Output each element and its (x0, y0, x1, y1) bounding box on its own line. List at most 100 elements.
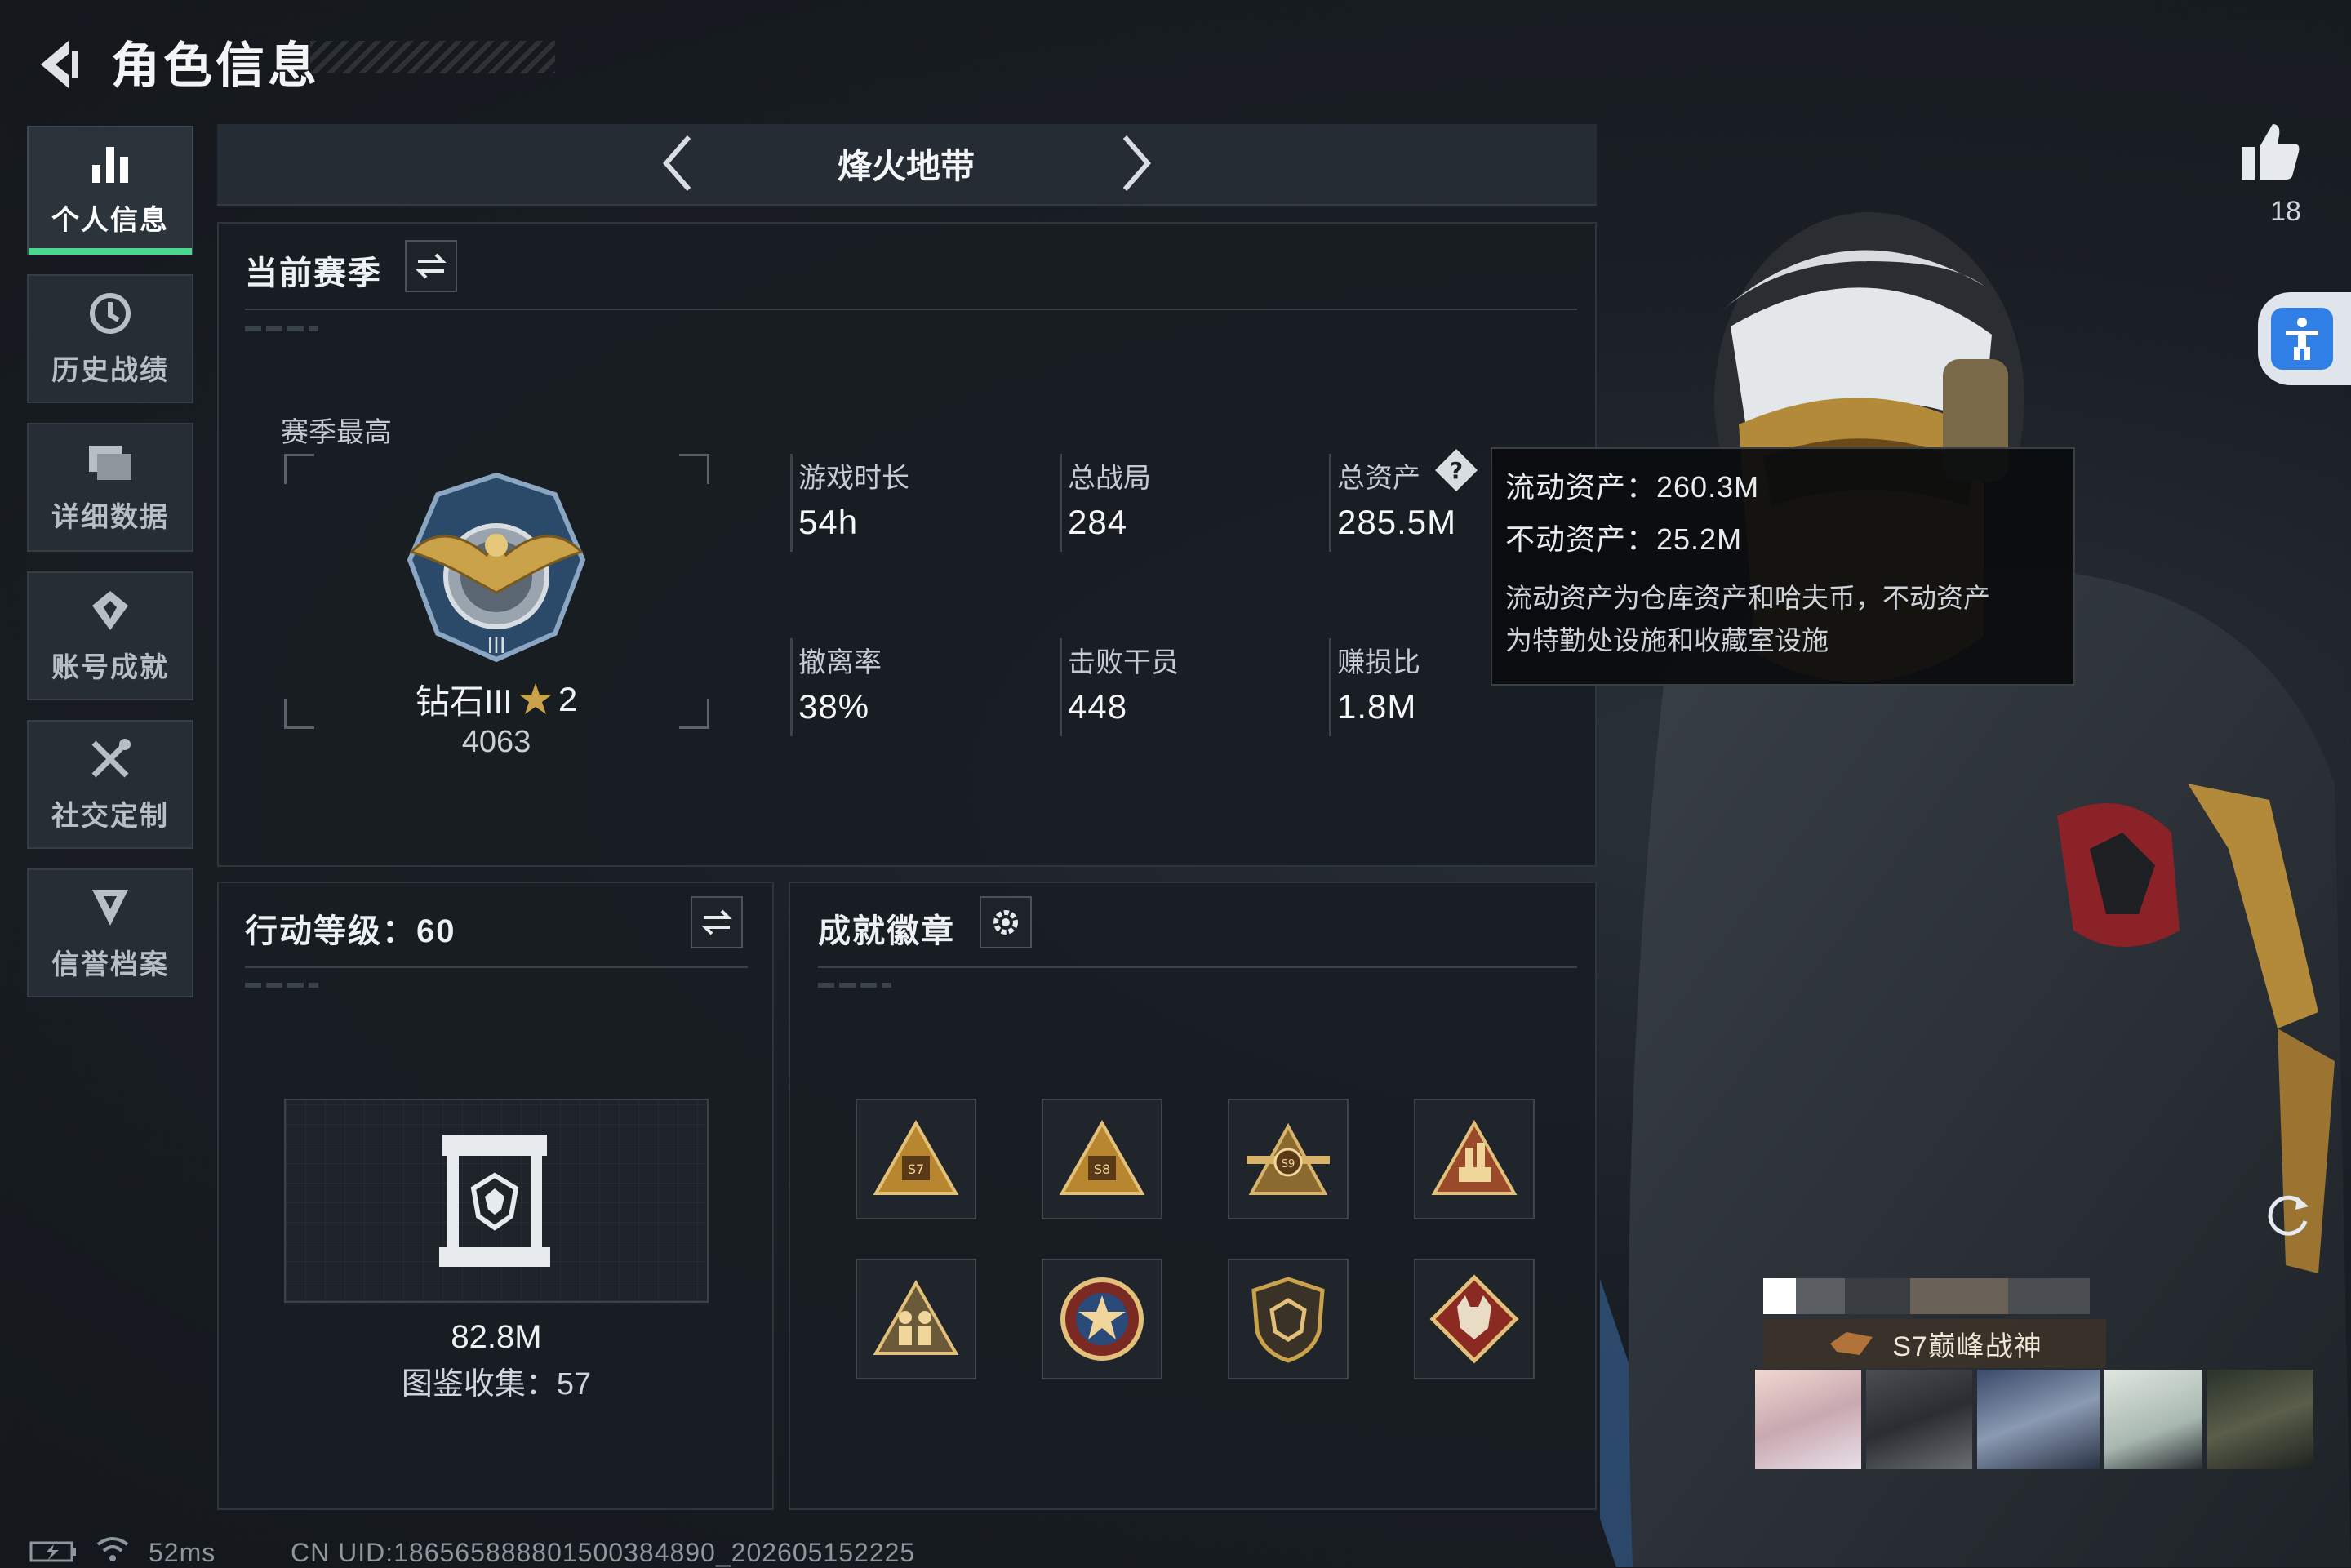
season-panel-title: 当前赛季 (245, 255, 382, 291)
svg-text:S9: S9 (1282, 1158, 1295, 1170)
mode-name: 烽火地带 (837, 147, 975, 185)
svg-text:S8: S8 (1094, 1162, 1110, 1177)
tooltip-description-line1: 流动资产为仓库资产和哈夫币，不动资产 (1505, 583, 1990, 613)
sidebar-item-detailed-data[interactable]: 详细数据 (27, 423, 193, 552)
hand-badge-icon (1431, 1119, 1518, 1195)
stat-value-extraction-rate: 38% (798, 687, 870, 726)
swap-icon (701, 909, 732, 935)
profile-card-image (2207, 1370, 2313, 1469)
help-icon[interactable]: ? (1433, 447, 1479, 493)
like-count: 18 (2270, 196, 2301, 227)
badge-s9[interactable]: S9 (1228, 1099, 1349, 1219)
collection-case-icon (439, 1135, 550, 1267)
gear-icon (993, 910, 1018, 935)
sidebar-item-personal-info[interactable]: 个人信息 (27, 126, 193, 255)
sidebar-item-label: 详细数据 (51, 501, 169, 533)
soldiers-badge-icon (873, 1279, 959, 1355)
stat-label-total-assets: 总资产 (1337, 463, 1420, 494)
frame-corner (679, 699, 709, 729)
stat-divider (1329, 638, 1331, 736)
badge-s8[interactable]: S8 (1042, 1099, 1162, 1219)
rank-eagle-emblem-icon: III (407, 472, 586, 663)
collection-count-label: 图鉴收集： (401, 1367, 557, 1401)
s7-badge-icon: S7 (873, 1119, 959, 1195)
stat-divider (790, 454, 793, 552)
stat-label-kills: 击败干员 (1068, 647, 1179, 678)
folder-icon (89, 445, 131, 480)
shield-badge-icon (1251, 1277, 1325, 1363)
action-switch-button[interactable] (691, 896, 743, 948)
season-switch-button[interactable] (405, 240, 457, 292)
action-level-title: 行动等级：60 (245, 913, 456, 949)
stat-divider (790, 638, 793, 736)
stat-value-playtime: 54h (798, 503, 859, 541)
sidebar-item-label: 信誉档案 (51, 948, 169, 980)
achievement-icon (92, 590, 128, 630)
title-badge[interactable]: S7巅峰战神 (1763, 1319, 2106, 1368)
swap-icon (416, 253, 447, 279)
sidebar-item-history[interactable]: 历史战绩 (27, 274, 193, 403)
stat-label-extraction-rate: 撤离率 (798, 647, 882, 678)
sidebar-item-social[interactable]: 社交定制 (27, 720, 193, 849)
profile-card-image (1977, 1370, 2100, 1469)
sidebar-item-credit[interactable]: 信誉档案 (27, 868, 193, 997)
tooltip-liquid-value: 260.3M (1656, 470, 1760, 504)
s9-badge-icon: S9 (1247, 1122, 1330, 1195)
stat-divider (1329, 454, 1331, 552)
stat-divider (1060, 454, 1062, 552)
badge-soldiers[interactable] (856, 1259, 976, 1379)
rank-name: 钻石III (415, 682, 513, 721)
tooltip-fixed-label: 不动资产： (1505, 522, 1657, 556)
frame-corner (284, 454, 314, 484)
svg-text:?: ? (1450, 457, 1463, 484)
chevron-left-icon[interactable] (655, 131, 704, 196)
bar-chart-icon (92, 146, 128, 183)
title-badge-icon (1830, 1332, 1873, 1355)
sidebar-item-label: 社交定制 (51, 800, 169, 832)
badge-star-emblem[interactable] (1042, 1259, 1162, 1379)
stat-value-kills: 448 (1068, 687, 1128, 726)
thumbs-up-icon[interactable] (2237, 119, 2302, 184)
title-badge-text: S7巅峰战神 (1892, 1330, 2042, 1362)
svg-text:III: III (487, 634, 505, 659)
tooltip-fixed-value: 25.2M (1656, 522, 1743, 556)
history-icon (90, 292, 131, 334)
rotate-icon[interactable] (2261, 1188, 2313, 1241)
sidebar-item-label: 个人信息 (51, 204, 169, 236)
badge-shield[interactable] (1228, 1259, 1349, 1379)
rank-row: 钻石III 2 (405, 674, 588, 724)
season-highest-label: 赛季最高 (281, 417, 392, 448)
battery-icon (29, 1541, 76, 1562)
stat-value-total-matches: 284 (1068, 503, 1128, 541)
chevron-right-icon[interactable] (1110, 131, 1159, 196)
svg-text:S7: S7 (908, 1162, 924, 1177)
s8-badge-icon: S8 (1059, 1119, 1145, 1195)
credit-icon (92, 889, 128, 926)
tools-icon (91, 738, 131, 777)
back-arrow-icon[interactable] (29, 36, 87, 93)
badge-s7[interactable]: S7 (856, 1099, 976, 1219)
stat-value-total-assets: 285.5M (1337, 503, 1457, 541)
profile-card-image (1866, 1370, 1972, 1469)
star-icon (518, 682, 552, 714)
avatar[interactable] (1755, 1370, 1861, 1469)
sidebar-item-achievements[interactable]: 账号成就 (27, 571, 193, 700)
sidebar-item-label: 账号成就 (51, 651, 169, 683)
divider-decoration (245, 326, 318, 331)
collection-count-value: 57 (556, 1367, 592, 1401)
badge-hand[interactable] (1414, 1099, 1535, 1219)
badge-settings-button[interactable] (980, 896, 1032, 948)
tooltip-liquid-assets: 流动资产：260.3M (1505, 464, 1759, 506)
divider (245, 966, 748, 968)
collection-value: 82.8M (451, 1319, 542, 1355)
profile-name-redacted (1763, 1278, 2090, 1314)
tooltip-fixed-assets: 不动资产：25.2M (1505, 516, 1742, 558)
badge-wolf[interactable] (1414, 1259, 1535, 1379)
divider (818, 966, 1577, 968)
profile-card-image (2104, 1370, 2202, 1469)
wolf-badge-icon (1429, 1274, 1519, 1364)
stat-label-playtime: 游戏时长 (798, 463, 909, 494)
wifi-icon (96, 1537, 129, 1561)
divider (245, 309, 1577, 310)
accessibility-button[interactable] (2258, 292, 2351, 385)
